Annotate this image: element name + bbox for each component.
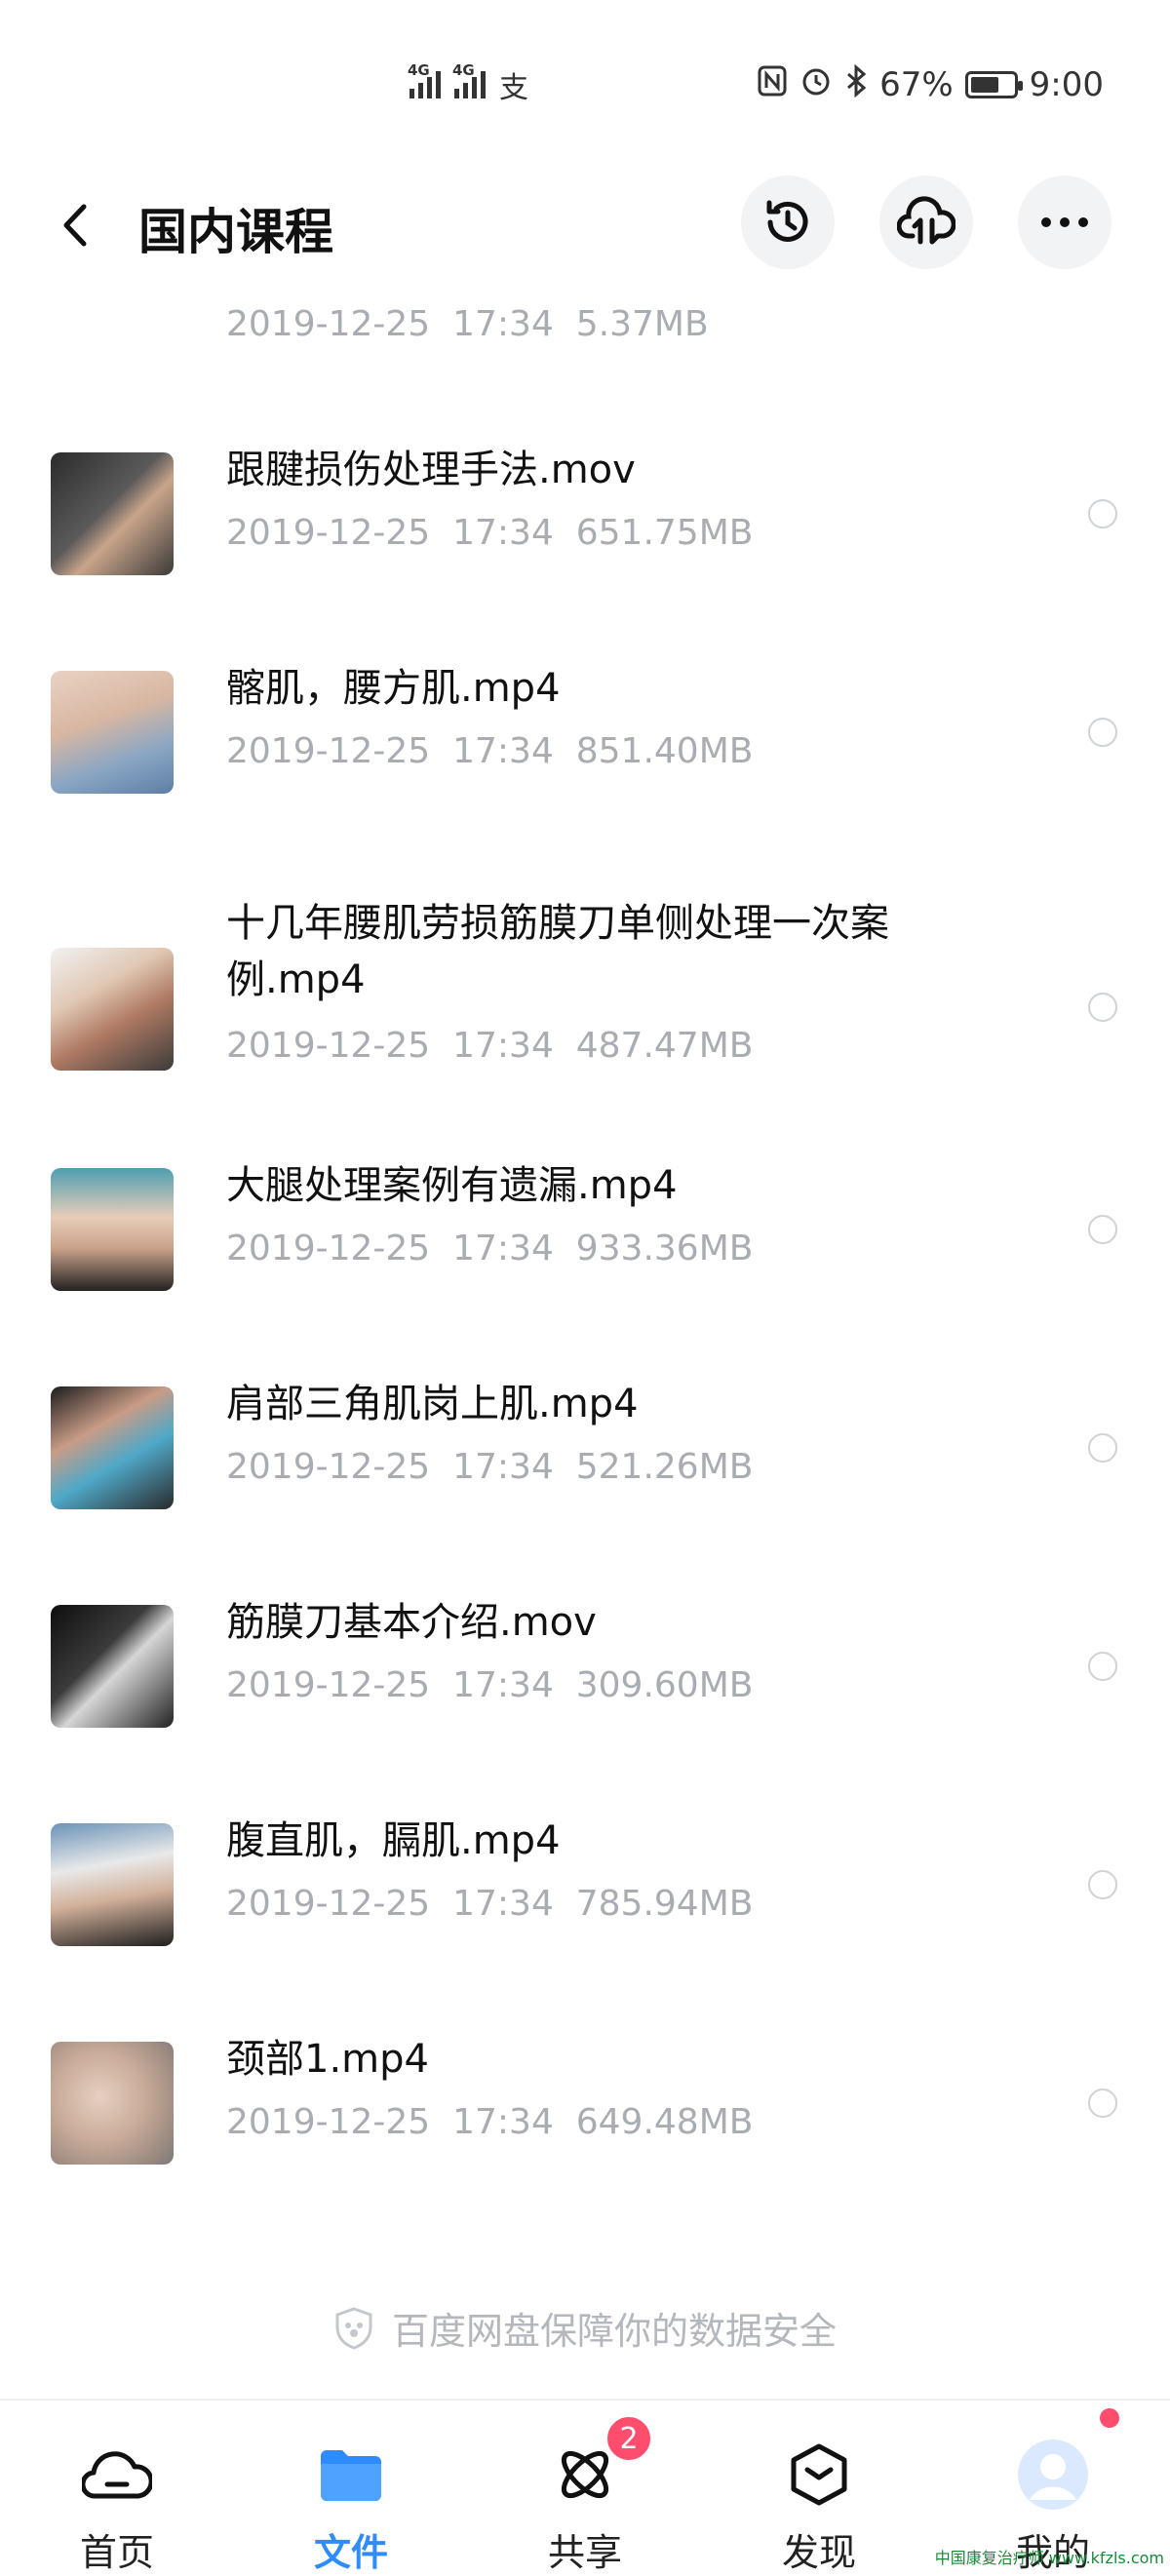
- list-item[interactable]: 肩部三角肌岗上肌.mp4 2019-12-25 17:34 521.26MB: [0, 1377, 1170, 1572]
- list-item[interactable]: 大腿处理案例有遗漏.mp4 2019-12-25 17:34 933.36MB: [0, 1158, 1170, 1353]
- signal-icon-1: 4G: [410, 71, 441, 98]
- alipay-icon: 支: [499, 63, 528, 106]
- cloud-icon: [78, 2436, 156, 2513]
- select-radio[interactable]: [1088, 1870, 1117, 1899]
- notification-badge: 2: [604, 2414, 653, 2463]
- more-button[interactable]: [1018, 176, 1112, 269]
- bottom-tab-bar: 首页 文件 2 共享 发现 我的 中国康复治疗师 www.kfzls.com: [0, 2399, 1170, 2574]
- file-name: 肩部三角肌岗上肌.mp4: [226, 1375, 1006, 1433]
- list-item[interactable]: 2019-12-25 17:34 5.37MB: [0, 283, 1170, 371]
- notification-dot: [1100, 2408, 1119, 2428]
- tab-files[interactable]: 文件: [234, 2400, 468, 2576]
- status-bar: 4G 4G 支 67% 9:00: [0, 0, 1170, 166]
- file-thumbnail: [51, 452, 174, 575]
- header: 国内课程: [0, 166, 1170, 283]
- tab-discover[interactable]: 发现: [702, 2400, 936, 2576]
- history-icon: [760, 195, 815, 250]
- file-name: 筋膜刀基本介绍.mov: [226, 1593, 1006, 1652]
- select-radio[interactable]: [1088, 499, 1117, 528]
- battery-percent: 67%: [879, 65, 954, 104]
- file-meta: 2019-12-25 17:34 785.94MB: [226, 1884, 753, 1924]
- status-right: 67% 9:00: [757, 60, 1104, 109]
- file-thumbnail: [51, 1823, 174, 1946]
- box-icon: [780, 2436, 858, 2513]
- file-name: 髂肌，腰方肌.mp4: [226, 659, 1006, 718]
- file-thumbnail: [51, 1386, 174, 1509]
- file-name: 大腿处理案例有遗漏.mp4: [226, 1156, 1006, 1215]
- file-meta: 2019-12-25 17:34 309.60MB: [226, 1665, 753, 1705]
- signal-icon-2: 4G: [454, 71, 486, 98]
- page-title: 国内课程: [138, 193, 333, 263]
- more-dots-icon: [1040, 216, 1089, 228]
- battery-icon: [965, 71, 1018, 98]
- list-item[interactable]: 筋膜刀基本介绍.mov 2019-12-25 17:34 309.60MB: [0, 1595, 1170, 1790]
- nfc-icon: [757, 64, 788, 106]
- file-meta: 2019-12-25 17:34 521.26MB: [226, 1447, 753, 1487]
- file-thumbnail: [51, 671, 174, 794]
- bluetooth-icon: [844, 64, 868, 106]
- shield-icon: [333, 2306, 374, 2351]
- security-note: 百度网盘保障你的数据安全: [0, 2301, 1170, 2355]
- select-radio[interactable]: [1088, 718, 1117, 747]
- alarm-icon: [800, 64, 833, 106]
- file-meta: 2019-12-25 17:34 851.40MB: [226, 731, 753, 771]
- chevron-left-icon: [60, 201, 90, 250]
- select-radio[interactable]: [1088, 1652, 1117, 1681]
- file-thumbnail: [51, 948, 174, 1071]
- file-name: 颈部1.mp4: [226, 2030, 1006, 2088]
- select-radio[interactable]: [1088, 993, 1117, 1022]
- list-item[interactable]: 髂肌，腰方肌.mp4 2019-12-25 17:34 851.40MB: [0, 661, 1170, 856]
- file-thumbnail: [51, 2042, 174, 2165]
- folder-icon: [312, 2436, 390, 2513]
- tab-share[interactable]: 2 共享: [468, 2400, 702, 2576]
- clock: 9:00: [1030, 65, 1104, 104]
- atom-icon: 2: [546, 2436, 624, 2513]
- back-button[interactable]: [51, 201, 99, 250]
- file-meta: 2019-12-25 17:34 649.48MB: [226, 2102, 753, 2142]
- file-meta: 2019-12-25 17:34 651.75MB: [226, 513, 753, 553]
- tab-home[interactable]: 首页: [0, 2400, 234, 2576]
- file-thumbnail: [51, 1605, 174, 1728]
- signal-indicators: 4G 4G 支: [410, 60, 528, 109]
- file-name: 腹直肌，膈肌.mp4: [226, 1812, 1006, 1870]
- list-item[interactable]: 腹直肌，膈肌.mp4 2019-12-25 17:34 785.94MB: [0, 1814, 1170, 2009]
- list-item[interactable]: 跟腱损伤处理手法.mov 2019-12-25 17:34 651.75MB: [0, 443, 1170, 638]
- list-item[interactable]: 颈部1.mp4 2019-12-25 17:34 649.48MB: [0, 2032, 1170, 2223]
- file-list: 2019-12-25 17:34 5.37MB 跟腱损伤处理手法.mov 201…: [0, 283, 1170, 2223]
- file-thumbnail: [51, 1168, 174, 1291]
- select-radio[interactable]: [1088, 1433, 1117, 1463]
- file-meta: 2019-12-25 17:34 933.36MB: [226, 1229, 753, 1268]
- select-radio[interactable]: [1088, 2088, 1117, 2118]
- file-meta: 2019-12-25 17:34 5.37MB: [226, 304, 709, 344]
- list-item[interactable]: 十几年腰肌劳损筋膜刀单侧处理一次案例.mp4 2019-12-25 17:34 …: [0, 897, 1170, 1131]
- select-radio[interactable]: [1088, 1215, 1117, 1244]
- file-meta: 2019-12-25 17:34 487.47MB: [226, 1026, 753, 1066]
- avatar-icon: [1014, 2436, 1092, 2513]
- history-button[interactable]: [741, 176, 835, 269]
- file-name: 十几年腰肌劳损筋膜刀单侧处理一次案例.mp4: [226, 895, 1006, 1008]
- transfer-button[interactable]: [879, 176, 973, 269]
- file-name: 跟腱损伤处理手法.mov: [226, 441, 1006, 499]
- watermark: 中国康复治疗师 www.kfzls.com: [935, 2545, 1164, 2568]
- cloud-transfer-icon: [897, 195, 956, 250]
